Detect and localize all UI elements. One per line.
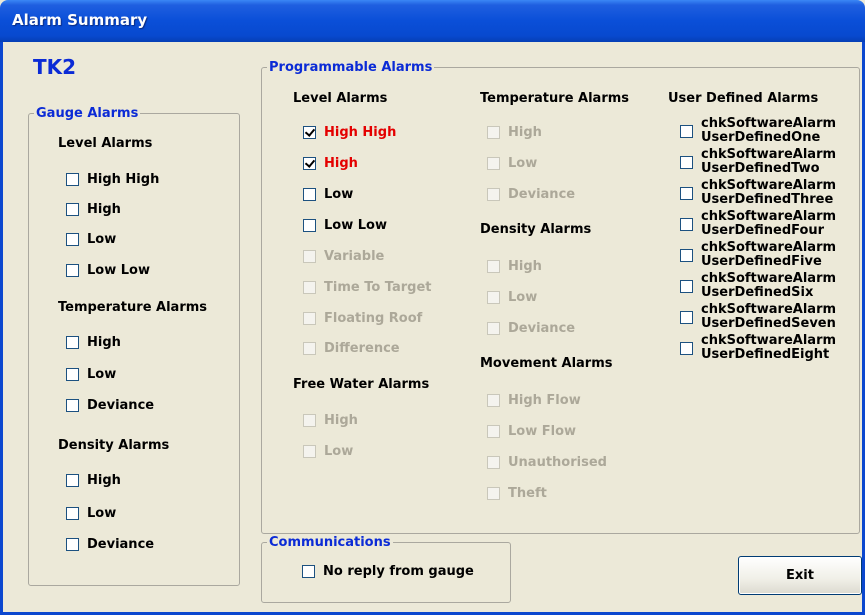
prog-movement-heading: Movement Alarms: [480, 356, 613, 371]
checkbox[interactable]: [66, 368, 79, 381]
checkbox: [487, 487, 500, 500]
user-defined-two[interactable]: chkSoftwareAlarm UserDefinedTwo: [680, 148, 836, 176]
prog-movement-unauthorised: Unauthorised: [487, 455, 607, 470]
checkbox: [303, 250, 316, 263]
gauge-density-heading: Density Alarms: [58, 438, 170, 453]
prog-level-floating-roof: Floating Roof: [303, 311, 422, 326]
programmable-alarms-legend: Programmable Alarms: [269, 60, 433, 75]
prog-density-deviance: Deviance: [487, 321, 575, 336]
gauge-density-low[interactable]: Low: [66, 506, 116, 521]
checkbox: [303, 414, 316, 427]
checkbox[interactable]: [303, 219, 316, 232]
checkbox[interactable]: [680, 218, 693, 231]
checkbox[interactable]: [66, 474, 79, 487]
prog-movement-low-flow: Low Flow: [487, 424, 576, 439]
checkbox[interactable]: [680, 156, 693, 169]
gauge-level-low[interactable]: Low: [66, 232, 116, 247]
checkbox[interactable]: [680, 187, 693, 200]
prog-movement-high-flow: High Flow: [487, 393, 581, 408]
gauge-level-high-high[interactable]: High High: [66, 172, 159, 187]
prog-user-defined-heading: User Defined Alarms: [668, 91, 819, 106]
checkbox-checked[interactable]: [303, 126, 316, 139]
prog-temp-high: High: [487, 125, 542, 140]
checkbox[interactable]: [680, 125, 693, 138]
gauge-alarms-legend: Gauge Alarms: [36, 106, 139, 121]
prog-free-water-low: Low: [303, 444, 353, 459]
user-defined-six[interactable]: chkSoftwareAlarm UserDefinedSix: [680, 272, 836, 300]
prog-level-difference: Difference: [303, 341, 400, 356]
user-defined-eight[interactable]: chkSoftwareAlarm UserDefinedEight: [680, 334, 836, 362]
checkbox[interactable]: [66, 538, 79, 551]
prog-level-high-high[interactable]: High High: [303, 125, 396, 140]
checkbox[interactable]: [66, 233, 79, 246]
checkbox: [487, 394, 500, 407]
prog-density-low: Low: [487, 290, 537, 305]
prog-level-low[interactable]: Low: [303, 187, 353, 202]
checkbox[interactable]: [680, 280, 693, 293]
gauge-level-heading: Level Alarms: [58, 136, 153, 151]
checkbox[interactable]: [66, 173, 79, 186]
user-defined-seven[interactable]: chkSoftwareAlarm UserDefinedSeven: [680, 303, 836, 331]
checkbox: [487, 126, 500, 139]
gauge-temp-low[interactable]: Low: [66, 367, 116, 382]
prog-density-high: High: [487, 259, 542, 274]
checkbox: [303, 312, 316, 325]
gauge-temperature-heading: Temperature Alarms: [58, 300, 208, 315]
tank-label: TK2: [33, 55, 77, 79]
checkbox: [487, 157, 500, 170]
prog-level-high[interactable]: High: [303, 156, 358, 171]
checkbox[interactable]: [680, 342, 693, 355]
communications-legend: Communications: [269, 535, 391, 550]
checkbox: [303, 281, 316, 294]
exit-button[interactable]: Exit: [738, 556, 862, 595]
gauge-temp-high[interactable]: High: [66, 335, 121, 350]
checkbox: [487, 291, 500, 304]
prog-density-heading: Density Alarms: [480, 222, 592, 237]
checkbox: [487, 188, 500, 201]
title-bar[interactable]: Alarm Summary: [0, 0, 865, 42]
user-defined-one[interactable]: chkSoftwareAlarm UserDefinedOne: [680, 117, 836, 145]
checkbox[interactable]: [66, 507, 79, 520]
user-defined-five[interactable]: chkSoftwareAlarm UserDefinedFive: [680, 241, 836, 269]
checkbox: [487, 260, 500, 273]
checkbox: [487, 425, 500, 438]
checkbox[interactable]: [680, 249, 693, 262]
prog-temperature-heading: Temperature Alarms: [480, 91, 630, 106]
prog-temp-deviance: Deviance: [487, 187, 575, 202]
checkbox: [303, 445, 316, 458]
checkbox: [487, 322, 500, 335]
gauge-level-high[interactable]: High: [66, 202, 121, 217]
prog-level-variable: Variable: [303, 249, 384, 264]
checkbox: [487, 456, 500, 469]
prog-level-time-to-target: Time To Target: [303, 280, 432, 295]
checkbox[interactable]: [302, 565, 315, 578]
gauge-level-low-low[interactable]: Low Low: [66, 263, 150, 278]
prog-free-water-heading: Free Water Alarms: [293, 377, 430, 392]
gauge-density-high[interactable]: High: [66, 473, 121, 488]
prog-level-heading: Level Alarms: [293, 91, 388, 106]
prog-level-low-low[interactable]: Low Low: [303, 218, 387, 233]
checkbox[interactable]: [66, 336, 79, 349]
gauge-temp-deviance[interactable]: Deviance: [66, 398, 154, 413]
prog-movement-theft: Theft: [487, 486, 547, 501]
user-defined-three[interactable]: chkSoftwareAlarm UserDefinedThree: [680, 179, 836, 207]
gauge-density-deviance[interactable]: Deviance: [66, 537, 154, 552]
checkbox[interactable]: [66, 203, 79, 216]
checkbox[interactable]: [303, 188, 316, 201]
user-defined-four[interactable]: chkSoftwareAlarm UserDefinedFour: [680, 210, 836, 238]
prog-temp-low: Low: [487, 156, 537, 171]
window-title: Alarm Summary: [12, 11, 148, 29]
checkbox: [303, 342, 316, 355]
checkbox[interactable]: [680, 311, 693, 324]
prog-free-water-high: High: [303, 413, 358, 428]
comm-no-reply[interactable]: No reply from gauge: [302, 564, 474, 579]
checkbox[interactable]: [66, 264, 79, 277]
checkbox-checked[interactable]: [303, 157, 316, 170]
checkbox[interactable]: [66, 399, 79, 412]
